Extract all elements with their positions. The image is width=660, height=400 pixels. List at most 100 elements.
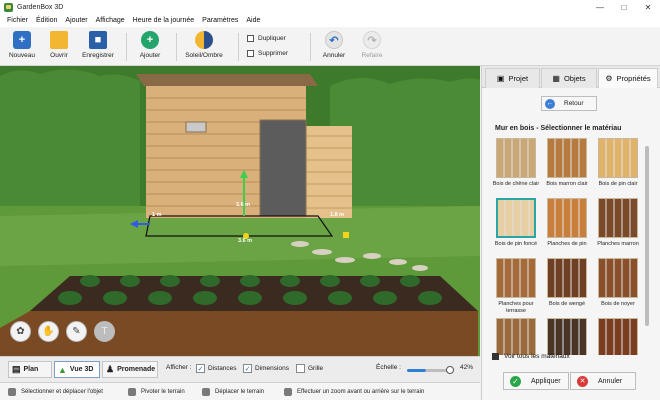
add-button[interactable]: + Ajouter [130, 31, 170, 59]
tab-proprietes-label: Propriétés [616, 74, 651, 83]
see-all-materials-toggle[interactable]: Voir tous les matériaux [492, 353, 570, 360]
material-item[interactable]: Bois de noyer [594, 258, 642, 308]
material-label: Bois de chêne clair [492, 181, 540, 187]
cube-icon: ▦ [552, 74, 560, 83]
cancel-label: Annuler [598, 377, 623, 385]
shed-roof-edge [136, 74, 318, 86]
tab-promenade[interactable]: ♟ Promenade [102, 361, 158, 378]
material-item[interactable]: Planches pour terrasse [492, 258, 540, 315]
material-item[interactable]: Bois de chêne clair [492, 138, 540, 188]
material-grid: Bois de chêne clair Bois marron clair Bo… [490, 138, 652, 355]
tab-plan[interactable]: ▤ Plan [8, 361, 52, 378]
material-item[interactable]: Bois de pin clair [594, 138, 642, 188]
new-file-icon: + [13, 31, 31, 49]
tab-projet[interactable]: ▣ Projet [485, 68, 540, 88]
mouse-middle-icon [202, 388, 210, 396]
toolbar-separator [176, 33, 177, 61]
trash-icon [247, 50, 254, 57]
3d-viewport[interactable]: 3.6 m 3.6 m 1 m 1.8 m ✿ ✋ ✎ T [0, 66, 480, 356]
window-title: GardenBox 3D [17, 3, 64, 11]
status-hint: Effectuer un zoom avant ou arrière sur l… [284, 388, 424, 396]
plant-tool-icon[interactable]: ✿ [10, 321, 31, 342]
apply-button[interactable]: ✓ Appliquer [503, 372, 569, 390]
garden-scene [0, 66, 480, 356]
apply-label: Appliquer [531, 377, 561, 385]
tab-objets-label: Objets [563, 74, 586, 83]
save-button[interactable]: ■ Enregistrer [78, 31, 118, 59]
window-controls: — □ ✕ [588, 0, 660, 14]
see-all-checkbox[interactable] [492, 353, 499, 360]
show-label: Afficher : [166, 364, 192, 371]
maximize-button[interactable]: □ [612, 0, 636, 14]
close-button[interactable]: ✕ [636, 0, 660, 14]
material-item[interactable]: Planches marron [594, 198, 642, 248]
cancel-button[interactable]: ✕ Annuler [570, 372, 636, 390]
duplicate-label: Dupliquer [258, 35, 286, 42]
floppy-disk-icon: ■ [89, 31, 107, 49]
material-item-selected[interactable]: Bois de pin foncé [492, 198, 540, 248]
delete-button[interactable]: Supprimer [247, 50, 288, 57]
grid-option[interactable]: Grille [296, 364, 323, 373]
back-arrow-icon: ← [545, 98, 555, 109]
see-all-label: Voir tous les matériaux [504, 353, 570, 360]
material-item[interactable]: Bois de wengé [543, 258, 591, 308]
text-tool-icon: T [94, 321, 115, 342]
new-label: Nouveau [8, 52, 36, 59]
scale-slider-knob[interactable] [446, 366, 454, 374]
menu-parametres[interactable]: Paramètres [198, 17, 242, 24]
material-label: Bois de pin foncé [494, 241, 538, 247]
minimize-button[interactable]: — [588, 0, 612, 14]
undo-label: Annuler [322, 52, 346, 59]
close-icon: ✕ [577, 375, 588, 387]
status-bar: Sélectionner et déplacer l'objet Pivoter… [0, 382, 480, 400]
tab-objets[interactable]: ▦ Objets [541, 68, 597, 88]
camera-icon: ▣ [496, 74, 505, 83]
material-item[interactable]: Bois marron clair [543, 138, 591, 188]
material-swatch [496, 258, 536, 298]
dimensions-checkbox[interactable]: ✓ [243, 364, 252, 373]
hand-tool-icon[interactable]: ✋ [38, 321, 59, 342]
undo-icon: ↶ [325, 31, 343, 49]
menu-fichier[interactable]: Fichier [3, 17, 32, 24]
plus-icon: + [141, 31, 159, 49]
grid-checkbox[interactable] [296, 364, 305, 373]
menu-heure[interactable]: Heure de la journée [129, 17, 199, 24]
distances-checkbox[interactable]: ✓ [196, 364, 205, 373]
material-swatch [547, 198, 587, 238]
back-button[interactable]: ← Retour [541, 96, 597, 111]
pencil-tool-icon[interactable]: ✎ [66, 321, 87, 342]
new-button[interactable]: + Nouveau [2, 31, 42, 59]
folder-icon [50, 31, 68, 49]
tab-proprietes[interactable]: ⚙ Propriétés [598, 68, 658, 88]
distances-option[interactable]: ✓ Distances [196, 364, 237, 373]
scale-slider[interactable] [407, 369, 451, 372]
material-item[interactable] [594, 318, 642, 355]
material-item[interactable] [492, 318, 540, 355]
walk-icon: ♟ [106, 364, 115, 374]
material-item[interactable] [543, 318, 591, 355]
material-swatch [496, 138, 536, 178]
sun-shadow-button[interactable]: Soleil/Ombre [184, 31, 224, 59]
status-hint: Pivoter le terrain [128, 388, 185, 396]
grid-label: Grille [308, 365, 324, 372]
tab-vue-3d[interactable]: ▲ Vue 3D [54, 361, 100, 378]
undo-button[interactable]: ↶ Annuler [314, 31, 354, 59]
open-button[interactable]: Ouvrir [39, 31, 79, 59]
material-swatch [547, 258, 587, 298]
status-hint: Déplacer le terrain [202, 388, 264, 396]
menu-affichage[interactable]: Affichage [92, 17, 129, 24]
redo-button[interactable]: ↷ Refaire [352, 31, 392, 59]
scale-label: Échelle : [376, 364, 401, 371]
duplicate-button[interactable]: Dupliquer [247, 35, 286, 42]
menu-edition[interactable]: Édition [32, 17, 61, 24]
material-label: Bois de noyer [601, 301, 635, 307]
status-hint-text: Effectuer un zoom avant ou arrière sur l… [297, 389, 425, 395]
redo-label: Refaire [361, 52, 383, 59]
menu-aide[interactable]: Aide [242, 17, 264, 24]
menu-ajouter[interactable]: Ajouter [61, 17, 91, 24]
status-hint: Sélectionner et déplacer l'objet [8, 388, 103, 396]
material-item[interactable]: Planches de pin [543, 198, 591, 248]
dimensions-option[interactable]: ✓ Dimensions [243, 364, 289, 373]
side-dimension-label-right: 1.8 m [330, 212, 345, 218]
material-scrollbar[interactable] [645, 146, 649, 326]
